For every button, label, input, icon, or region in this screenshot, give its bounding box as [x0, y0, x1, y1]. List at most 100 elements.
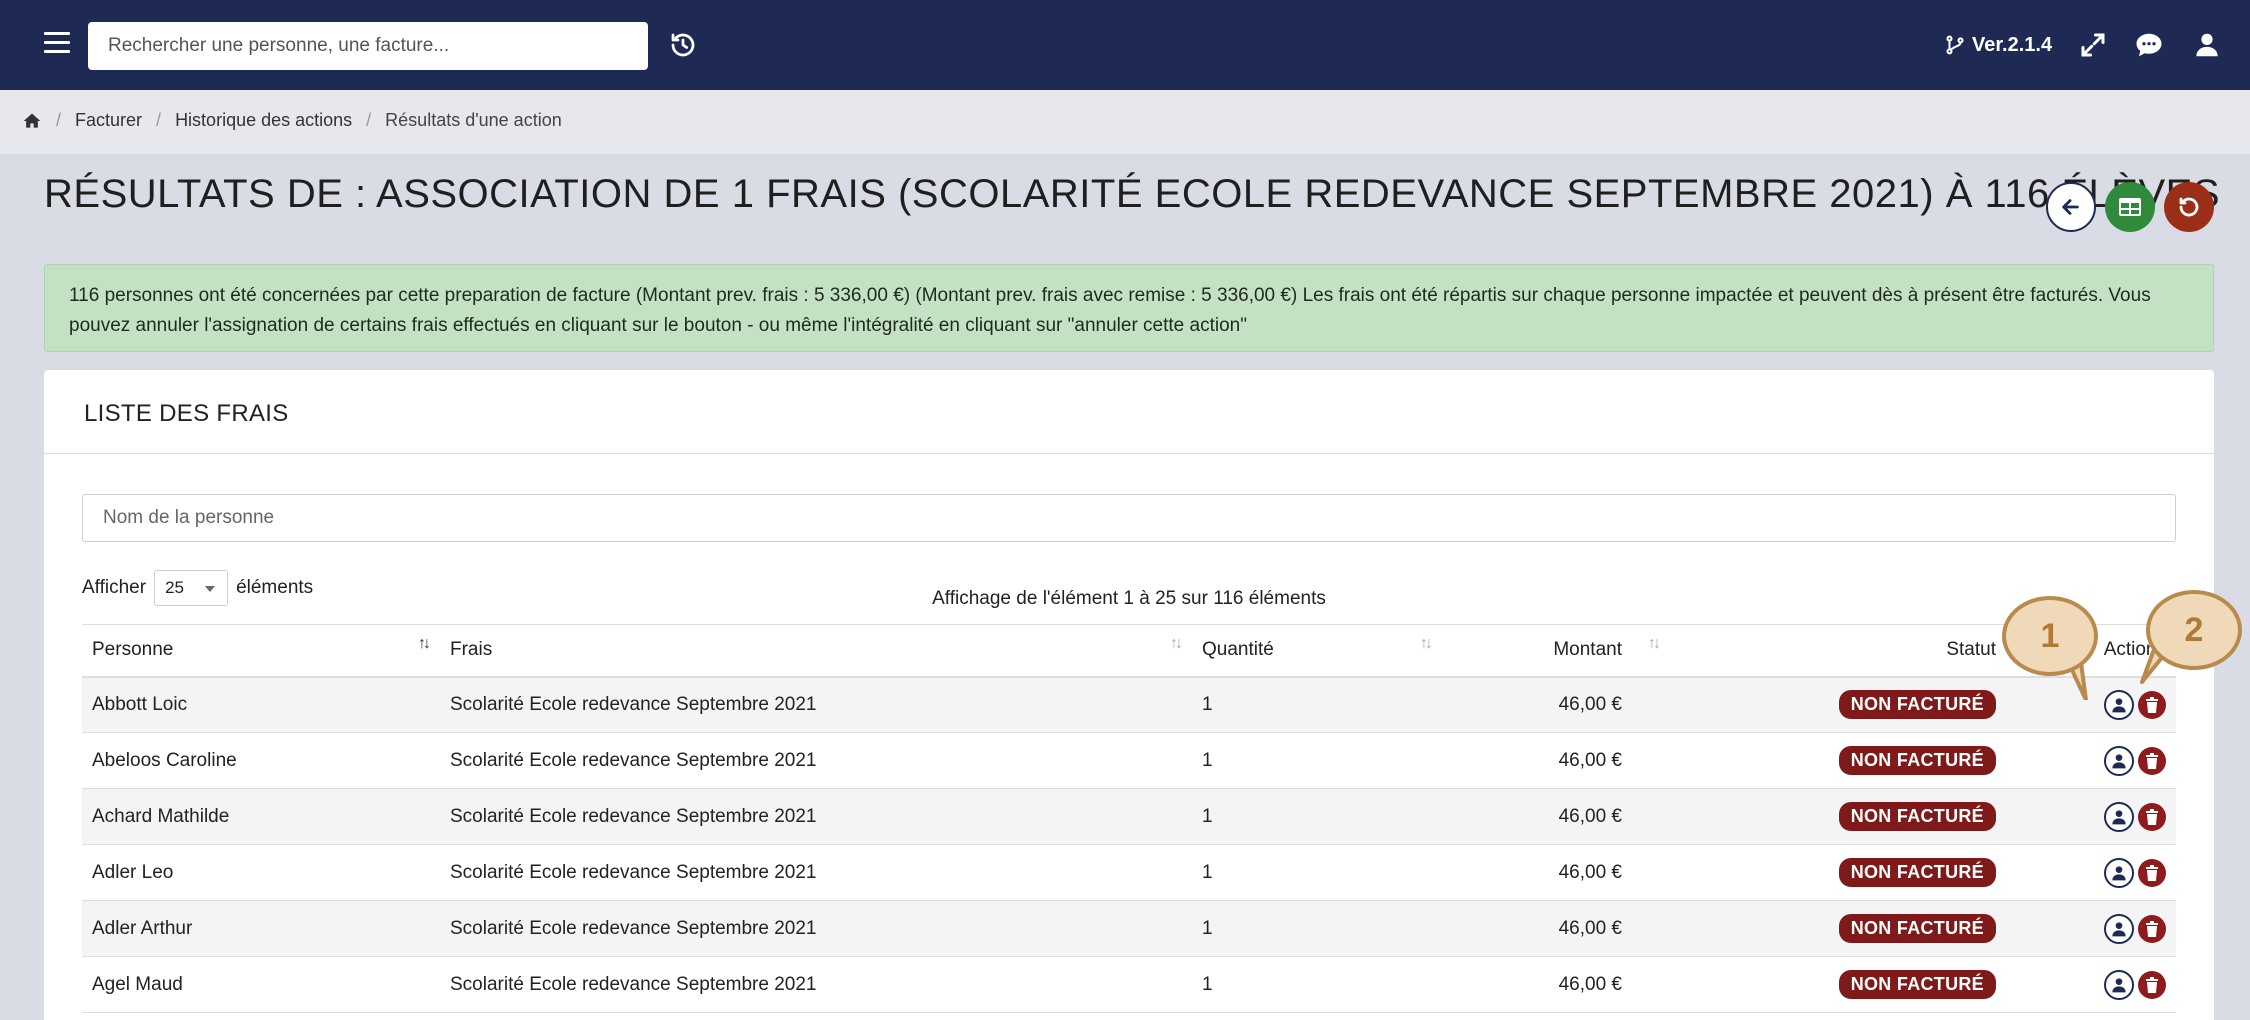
breadcrumb-separator: /: [56, 110, 62, 130]
trash-icon: [2146, 920, 2158, 937]
table-header-row: Personne ↑↓ Frais ↑↓ Quantité ↑↓ Montant ↑↓ …: [82, 624, 2176, 678]
view-person-button[interactable]: [2104, 745, 2134, 776]
table-view-button[interactable]: [2105, 182, 2155, 232]
column-header-person[interactable]: Personne ↑↓: [82, 624, 440, 678]
view-person-button[interactable]: [2104, 913, 2134, 944]
view-person-button[interactable]: [2104, 857, 2134, 888]
person-cell: Achard Mathilde: [82, 788, 440, 845]
delete-fee-button[interactable]: [2138, 746, 2166, 775]
table-row: Adler Arthur Scolarité Ecole redevance S…: [82, 900, 2176, 957]
sort-icon: ↑↓: [1648, 635, 1661, 652]
person-icon: [2112, 977, 2126, 992]
person-icon: [2112, 921, 2126, 936]
view-person-button[interactable]: [2104, 689, 2134, 720]
trash-icon: [2146, 696, 2158, 713]
qty-cell: 1: [1192, 900, 1432, 957]
sort-asc-icon: ↑↓: [418, 635, 431, 652]
qty-cell: 1: [1192, 788, 1432, 845]
person-icon: [2112, 753, 2126, 768]
delete-fee-button[interactable]: [2138, 690, 2166, 719]
breadcrumb: / Facturer / Historique des actions / Ré…: [22, 110, 562, 131]
menu-icon[interactable]: [44, 32, 70, 54]
fees-list-card: LISTE DES FRAIS Afficher 25 éléments Aff…: [44, 370, 2214, 1020]
history-icon[interactable]: [668, 30, 698, 60]
home-icon[interactable]: [22, 111, 42, 131]
status-badge: NON FACTURÉ: [1838, 914, 1996, 943]
global-search-input[interactable]: [88, 22, 648, 70]
qty-cell: 1: [1192, 956, 1432, 1013]
person-cell: Adler Arthur: [82, 900, 440, 957]
view-person-button[interactable]: [2104, 969, 2134, 1000]
sort-icon: ↑↓: [1420, 635, 1433, 652]
status-badge: NON FACTURÉ: [1838, 858, 1996, 887]
trash-icon: [2146, 976, 2158, 993]
status-badge: NON FACTURÉ: [1838, 746, 1996, 775]
user-icon[interactable]: [2192, 30, 2222, 60]
fee-cell: Scolarité Ecole redevance Septembre 2021: [440, 732, 1192, 789]
callout-badge-2: 2: [2146, 590, 2242, 670]
table-row: Abbott Loic Scolarité Ecole redevance Se…: [82, 676, 2176, 733]
callout-badge-1: 1: [2002, 596, 2098, 676]
breadcrumb-separator: /: [156, 110, 162, 130]
amount-cell: 46,00 €: [1432, 732, 1672, 789]
top-navbar: Ver.2.1.4: [0, 0, 2250, 90]
card-title: LISTE DES FRAIS: [44, 370, 2214, 454]
status-badge: NON FACTURÉ: [1838, 690, 1996, 720]
fee-cell: Scolarité Ecole redevance Septembre 2021: [440, 788, 1192, 845]
git-branch-icon: [1946, 35, 1964, 55]
qty-cell: 1: [1192, 732, 1432, 789]
table-info: Affichage de l'élément 1 à 25 sur 116 él…: [932, 588, 1326, 609]
person-cell: Adler Leo: [82, 844, 440, 901]
success-alert: 116 personnes ont été concernées par cet…: [44, 264, 2214, 352]
person-icon: [2112, 698, 2126, 713]
breadcrumb-separator: /: [366, 110, 372, 130]
delete-fee-button[interactable]: [2138, 802, 2166, 831]
trash-icon: [2146, 864, 2158, 881]
column-header-status: Statut: [1672, 624, 2006, 678]
status-badge: NON FACTURÉ: [1838, 802, 1996, 831]
table-row: Abeloos Caroline Scolarité Ecole redevan…: [82, 732, 2176, 789]
fee-cell: Scolarité Ecole redevance Septembre 2021: [440, 900, 1192, 957]
person-icon: [2112, 809, 2126, 824]
table-row: Adler Leo Scolarité Ecole redevance Sept…: [82, 844, 2176, 901]
table-row: Achard Mathilde Scolarité Ecole redevanc…: [82, 788, 2176, 845]
breadcrumb-historique[interactable]: Historique des actions: [175, 110, 352, 131]
version-link[interactable]: Ver.2.1.4: [1944, 30, 2052, 60]
person-cell: Agel Maud: [82, 956, 440, 1013]
delete-fee-button[interactable]: [2138, 970, 2166, 999]
amount-cell: 46,00 €: [1432, 956, 1672, 1013]
back-button[interactable]: [2046, 182, 2096, 232]
person-icon: [2112, 865, 2126, 880]
sort-icon: ↑↓: [1170, 635, 1183, 652]
breadcrumb-current: Résultats d'une action: [385, 110, 562, 130]
chat-icon[interactable]: [2134, 30, 2164, 60]
cancel-action-button[interactable]: [2164, 182, 2214, 232]
amount-cell: 46,00 €: [1432, 844, 1672, 901]
breadcrumb-bar: / Facturer / Historique des actions / Ré…: [0, 90, 2250, 154]
column-header-fee[interactable]: Frais ↑↓: [440, 624, 1192, 678]
view-person-button[interactable]: [2104, 801, 2134, 832]
column-header-amount[interactable]: Montant ↑↓: [1432, 624, 1672, 678]
table-row: Agel Maud Scolarité Ecole redevance Sept…: [82, 956, 2176, 1013]
amount-cell: 46,00 €: [1432, 676, 1672, 733]
trash-icon: [2146, 808, 2158, 825]
fees-table: Personne ↑↓ Frais ↑↓ Quantité ↑↓ Montant ↑↓ …: [82, 624, 2176, 1013]
qty-cell: 1: [1192, 676, 1432, 733]
version-label: Ver.2.1.4: [1972, 33, 2053, 56]
person-name-filter[interactable]: [82, 494, 2176, 542]
table-icon: [2119, 198, 2141, 216]
amount-cell: 46,00 €: [1432, 788, 1672, 845]
page-title: RÉSULTATS DE : ASSOCIATION DE 1 FRAIS (S…: [44, 172, 2221, 216]
person-cell: Abeloos Caroline: [82, 732, 440, 789]
breadcrumb-facturer[interactable]: Facturer: [75, 110, 142, 131]
arrow-left-icon: [2062, 199, 2079, 215]
column-header-qty[interactable]: Quantité ↑↓: [1192, 624, 1433, 678]
amount-cell: 46,00 €: [1432, 900, 1672, 957]
fee-cell: Scolarité Ecole redevance Septembre 2021: [440, 956, 1192, 1013]
delete-fee-button[interactable]: [2138, 858, 2166, 887]
fullscreen-icon[interactable]: [2078, 30, 2108, 60]
trash-icon: [2146, 752, 2158, 769]
delete-fee-button[interactable]: [2138, 914, 2166, 943]
status-badge: NON FACTURÉ: [1838, 970, 1996, 999]
qty-cell: 1: [1192, 844, 1432, 901]
